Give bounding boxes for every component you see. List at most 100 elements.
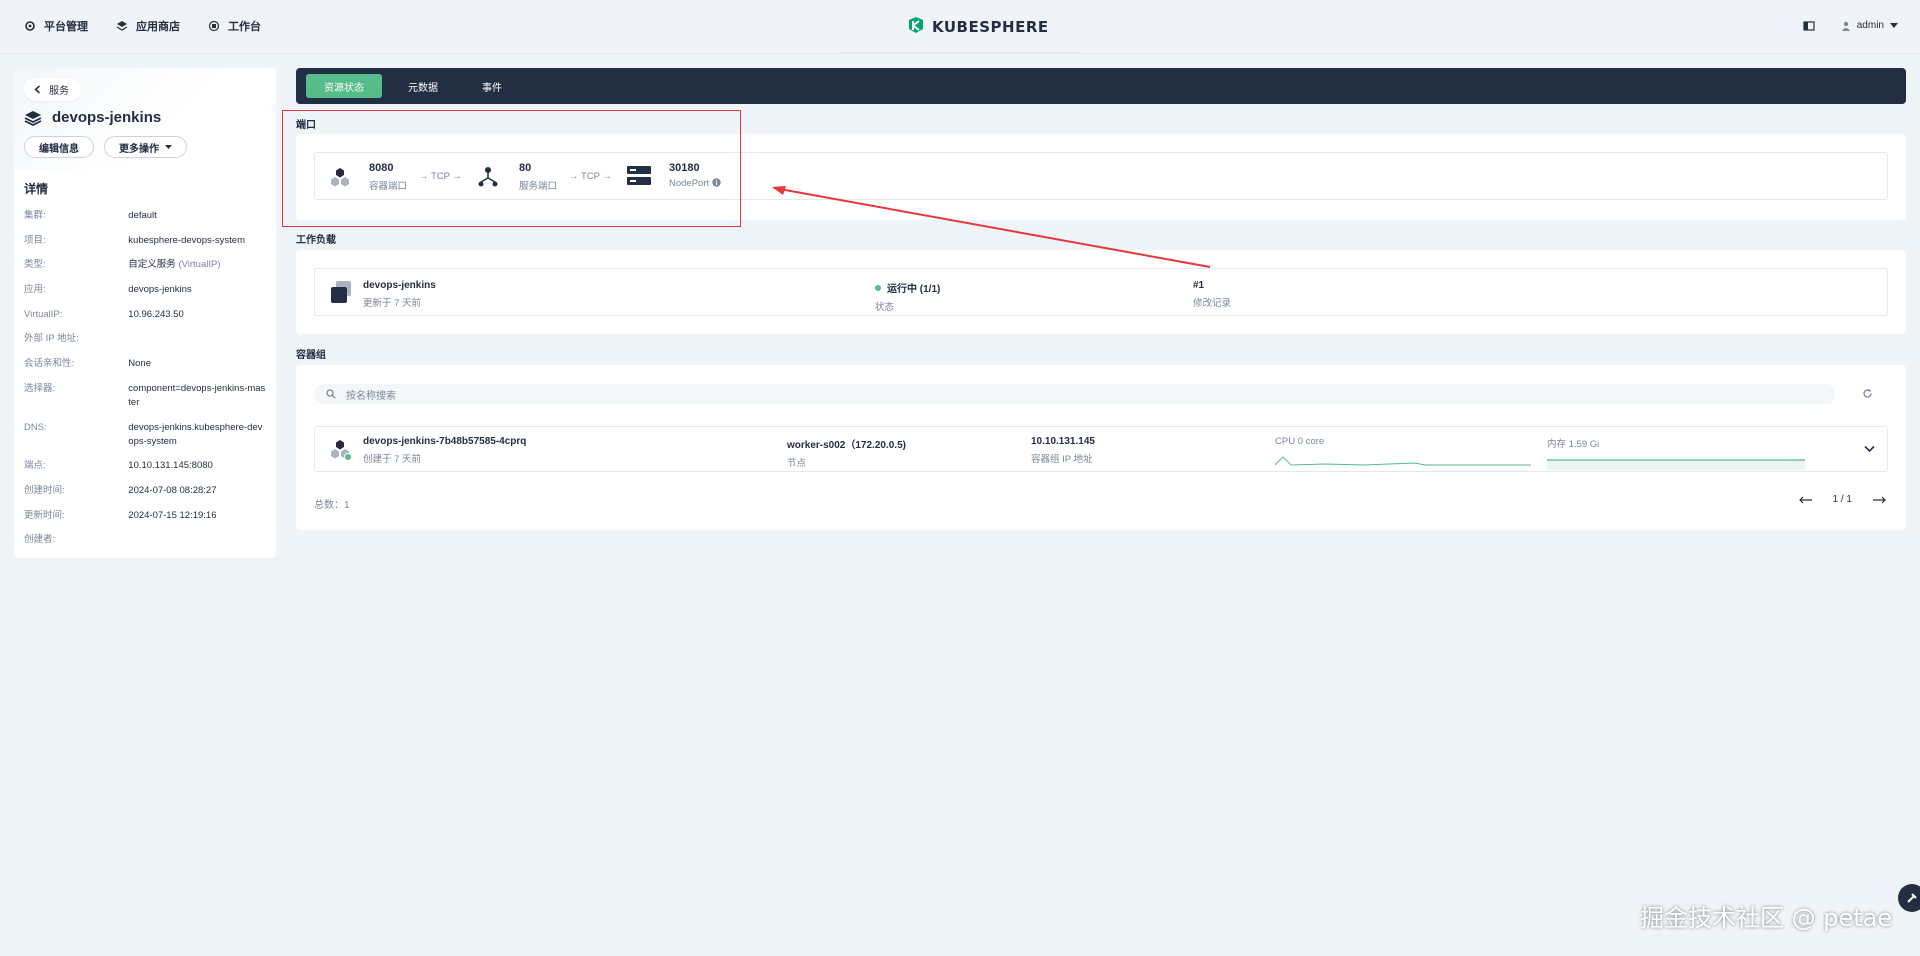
detail-key: 创建者: bbox=[24, 534, 56, 546]
prev-page-icon[interactable] bbox=[1798, 496, 1813, 504]
detail-key: DNS: bbox=[24, 421, 47, 433]
detail-row: 选择器: component=devops-jenkins-master bbox=[24, 382, 266, 410]
expand-chevron-icon[interactable] bbox=[1864, 445, 1875, 453]
pod-name: devops-jenkins-7b48b57585-4cprq bbox=[363, 436, 527, 447]
chevron-left-icon bbox=[34, 85, 40, 94]
nav-appstore[interactable]: 应用商店 bbox=[116, 18, 180, 34]
pods-section-title: 容器组 bbox=[296, 350, 326, 361]
next-page-icon[interactable] bbox=[1872, 496, 1886, 504]
service-title: devops-jenkins bbox=[24, 109, 266, 126]
nav-appstore-label: 应用商店 bbox=[136, 21, 180, 33]
memory-metric: 内存 1.59 Gi bbox=[1547, 436, 1805, 470]
type-value: 自定义服务 bbox=[128, 259, 176, 271]
workload-name: devops-jenkins bbox=[363, 280, 436, 291]
detail-value: 2024-07-15 12:19:16 bbox=[128, 509, 217, 521]
divider bbox=[840, 52, 1080, 53]
workload-updated: 更新于 7 天前 bbox=[363, 298, 422, 309]
detail-row: 应用: devops-jenkins bbox=[24, 283, 266, 297]
memory-label: 内存 1.59 Gi bbox=[1547, 439, 1600, 450]
caret-down-icon bbox=[1890, 22, 1898, 28]
pod-info: devops-jenkins-7b48b57585-4cprq 创建于 7 天前 bbox=[363, 436, 526, 465]
detail-key: 更新时间: bbox=[24, 509, 65, 521]
detail-value: 10.10.131.145:8080 bbox=[128, 460, 213, 472]
memory-sparkline bbox=[1547, 459, 1805, 470]
detail-value: default bbox=[128, 210, 157, 221]
service-icon bbox=[24, 110, 42, 126]
more-actions-label: 更多操作 bbox=[119, 143, 159, 155]
detail-value: 自定义服务 (VirtualIP) bbox=[128, 258, 266, 272]
status-label: 状态 bbox=[875, 302, 895, 313]
pod-search-input[interactable]: 按名称搜索 bbox=[314, 384, 1836, 404]
user-icon bbox=[1841, 21, 1850, 31]
workload-row[interactable]: devops-jenkins 更新于 7 天前 运行中 (1/1) 状态 #1 … bbox=[314, 268, 1888, 316]
tabs-bar: 资源状态 元数据 事件 bbox=[296, 68, 1906, 104]
node-value: worker-s002（172.20.0.5) bbox=[787, 440, 906, 451]
layers-icon bbox=[116, 21, 128, 31]
caret-down-icon bbox=[165, 144, 172, 149]
edit-info-button[interactable]: 编辑信息 bbox=[24, 136, 94, 158]
refresh-icon[interactable] bbox=[1862, 388, 1873, 399]
toolbox-button[interactable] bbox=[1898, 884, 1920, 912]
more-actions-button[interactable]: 更多操作 bbox=[104, 136, 187, 158]
top-bar: 平台管理 应用商店 工作台 KUBESPHERE admin bbox=[0, 0, 1920, 54]
detail-value: 2024-07-08 08:28:27 bbox=[128, 484, 217, 496]
status-dot-icon bbox=[875, 284, 881, 291]
username: admin bbox=[1856, 20, 1884, 31]
detail-row: VirtualIP: 10.96.243.50 bbox=[24, 308, 266, 322]
search-placeholder: 按名称搜索 bbox=[346, 390, 396, 402]
detail-row: 项目: kubesphere-devops-system bbox=[24, 234, 266, 248]
detail-value: devops-jenkins.kubesphere-devops-system bbox=[128, 421, 263, 447]
detail-key: 会话亲和性: bbox=[24, 358, 75, 370]
detail-row: 创建者: bbox=[24, 533, 266, 547]
nav-workbench[interactable]: 工作台 bbox=[208, 18, 261, 34]
detail-key: 集群: bbox=[24, 210, 46, 221]
nav-platform[interactable]: 平台管理 bbox=[24, 18, 88, 34]
tab-events[interactable]: 事件 bbox=[464, 74, 520, 98]
status-text: 运行中 (1/1) bbox=[887, 284, 941, 295]
detail-row: 端点: 10.10.131.145:8080 bbox=[24, 459, 266, 473]
annotation-arrow bbox=[772, 186, 1211, 268]
workload-status: 运行中 (1/1) 状态 bbox=[875, 280, 940, 313]
detail-value: devops-jenkins bbox=[128, 284, 192, 296]
pod-ip-label: 容器组 IP 地址 bbox=[1031, 454, 1093, 465]
gear-icon bbox=[25, 21, 35, 31]
edit-info-label: 编辑信息 bbox=[39, 143, 79, 155]
pod-row[interactable]: devops-jenkins-7b48b57585-4cprq 创建于 7 天前… bbox=[314, 426, 1888, 472]
back-button[interactable]: 服务 bbox=[24, 78, 81, 101]
cpu-metric: CPU 0 core bbox=[1275, 436, 1531, 467]
top-nav: 平台管理 应用商店 工作台 bbox=[24, 18, 261, 34]
workload-revision: #1 修改记录 bbox=[1193, 280, 1231, 309]
brand-logo[interactable]: KUBESPHERE bbox=[906, 17, 1049, 37]
detail-key: 创建时间: bbox=[24, 484, 65, 496]
pod-node: worker-s002（172.20.0.5) 节点 bbox=[787, 436, 906, 469]
detail-row: 集群: default bbox=[24, 209, 266, 223]
pod-created: 创建于 7 天前 bbox=[363, 454, 422, 465]
cpu-sparkline bbox=[1275, 456, 1531, 466]
service-detail-panel: 服务 devops-jenkins 编辑信息 更多操作 详情 集群: defaul… bbox=[14, 68, 276, 558]
detail-row: DNS: devops-jenkins.kubesphere-devops-sys… bbox=[24, 421, 266, 449]
page-indicator: 1 / 1 bbox=[1832, 494, 1852, 505]
pod-icon bbox=[331, 440, 352, 461]
detail-value bbox=[128, 332, 266, 346]
detail-key: VirtualIP: bbox=[24, 308, 63, 320]
status-line: 运行中 (1/1) bbox=[875, 280, 940, 295]
revision-label: 修改记录 bbox=[1193, 298, 1232, 309]
kubesphere-logo-icon bbox=[909, 17, 923, 33]
watermark: 掘金技术社区 @ petae bbox=[1640, 904, 1893, 932]
tab-metadata[interactable]: 元数据 bbox=[390, 74, 456, 98]
tab-resource-status[interactable]: 资源状态 bbox=[306, 74, 382, 98]
back-label: 服务 bbox=[49, 86, 69, 97]
detail-row: 更新时间: 2024-07-15 12:19:16 bbox=[24, 509, 266, 523]
brand-name: KUBESPHERE bbox=[932, 18, 1049, 36]
notification-icon[interactable] bbox=[1803, 20, 1815, 31]
detail-value: None bbox=[128, 358, 151, 370]
hammer-icon bbox=[1907, 893, 1917, 903]
details-title: 详情 bbox=[24, 182, 49, 196]
annotation-box bbox=[282, 110, 741, 227]
detail-key: 应用: bbox=[24, 284, 46, 296]
detail-value: kubesphere-devops-system bbox=[128, 234, 245, 246]
user-menu[interactable]: admin bbox=[1841, 20, 1898, 31]
detail-value: component=devops-jenkins-master bbox=[128, 382, 266, 408]
detail-row: 类型: 自定义服务 (VirtualIP) bbox=[24, 258, 266, 272]
search-icon bbox=[326, 389, 336, 399]
